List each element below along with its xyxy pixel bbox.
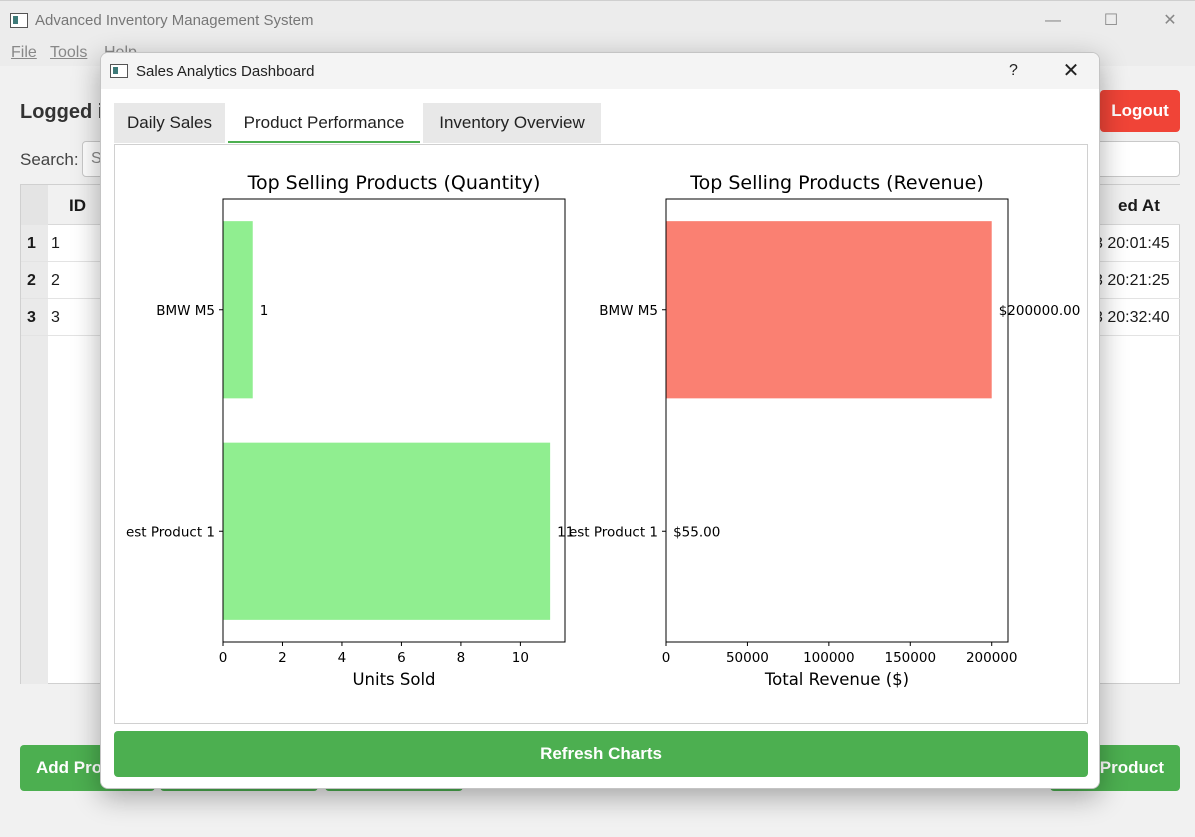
minimize-icon[interactable]: — [1028, 7, 1078, 35]
bar-bmw-m5 [666, 221, 992, 399]
x-tick-label: 200000 [966, 650, 1018, 666]
dialog-close-icon[interactable]: ✕ [1046, 57, 1096, 85]
x-tick-label: 2 [278, 650, 287, 666]
charts-canvas: Top Selling Products (Quantity) BMW M5 1 es… [126, 172, 1080, 689]
chart-title: Top Selling Products (Revenue) [689, 172, 983, 194]
x-tick-label: 150000 [885, 650, 937, 666]
column-header-id[interactable]: ID [69, 196, 86, 216]
dialog-title: Sales Analytics Dashboard [136, 63, 315, 80]
x-tick-label: 100000 [803, 650, 855, 666]
row-number: 1 [27, 235, 36, 252]
x-tick-label: 6 [397, 650, 406, 666]
table-corner[interactable] [21, 185, 48, 225]
bar-bmw-m5 [223, 221, 253, 399]
logout-button[interactable]: Logout [1100, 90, 1180, 132]
x-tick-label: 0 [662, 650, 671, 666]
column-header-created-at[interactable]: ed At [1118, 196, 1160, 216]
x-tick-label: 10 [512, 650, 529, 666]
menu-tools[interactable]: Tools [50, 44, 87, 62]
logged-in-label: Logged i [20, 101, 104, 123]
x-tick-label: 4 [338, 650, 347, 666]
refresh-charts-button[interactable]: Refresh Charts [114, 731, 1088, 777]
x-tick-label: 50000 [726, 650, 769, 666]
quantity-chart: Top Selling Products (Quantity) BMW M5 1 es… [126, 172, 574, 689]
y-tick-label: BMW M5 [156, 303, 215, 319]
tab-inventory-overview[interactable]: Inventory Overview [423, 103, 601, 143]
dialog-app-icon [110, 64, 128, 78]
help-icon[interactable]: ? [991, 57, 1036, 85]
y-tick-label: est Product 1 [126, 524, 215, 540]
close-icon[interactable]: ✕ [1145, 7, 1195, 35]
cell-created-at: 3 20:21:25 [1094, 272, 1170, 289]
row-number: 2 [27, 272, 36, 289]
row-number: 3 [27, 309, 36, 326]
bar-test-product-1 [223, 442, 551, 620]
cell-created-at: 3 20:32:40 [1094, 309, 1170, 326]
chart-title: Top Selling Products (Quantity) [247, 172, 541, 194]
main-titlebar: Advanced Inventory Management System — ☐… [0, 0, 1195, 40]
cell-id: 3 [51, 309, 60, 326]
maximize-icon[interactable]: ☐ [1086, 7, 1136, 35]
main-window-title: Advanced Inventory Management System [35, 12, 314, 29]
cell-id: 1 [51, 235, 60, 252]
x-tick-label: 0 [219, 650, 228, 666]
x-axis-label: Total Revenue ($) [764, 670, 909, 689]
y-tick-label: BMW M5 [599, 303, 658, 319]
tab-daily-sales[interactable]: Daily Sales [114, 103, 225, 143]
x-axis-label: Units Sold [352, 670, 435, 689]
sales-analytics-dialog: Sales Analytics Dashboard ? ✕ Daily Sale… [100, 52, 1100, 789]
tab-product-performance[interactable]: Product Performance [228, 103, 420, 143]
x-tick-label: 8 [457, 650, 466, 666]
cell-id: 2 [51, 272, 60, 289]
cell-created-at: 3 20:01:45 [1094, 235, 1170, 252]
dialog-titlebar: Sales Analytics Dashboard ? ✕ [101, 53, 1099, 89]
y-tick-label: est Product 1 [569, 524, 658, 540]
data-label: 1 [260, 303, 269, 319]
revenue-chart: Top Selling Products (Revenue) BMW M5 $200… [569, 172, 1080, 689]
data-label: $55.00 [673, 524, 720, 540]
app-icon [10, 13, 28, 28]
search-label: Search: [20, 150, 79, 169]
data-label: $200000.00 [999, 303, 1081, 319]
product-performance-pane: Top Selling Products (Quantity) BMW M5 1 es… [114, 144, 1088, 724]
dialog-body: Daily Sales Product Performance Inventor… [101, 89, 1099, 788]
menu-file[interactable]: File [11, 44, 37, 62]
